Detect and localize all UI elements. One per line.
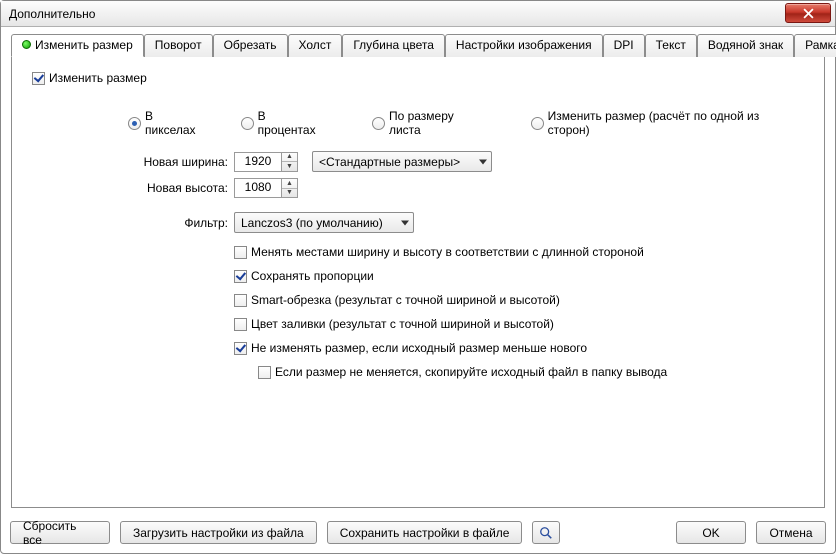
mode-byside-row[interactable]: Изменить размер (расчёт по одной из стор… [531, 109, 776, 137]
load-label: Загрузить настройки из файла [133, 526, 304, 540]
tab-watermark[interactable]: Водяной знак [697, 34, 794, 57]
resize-mode-radios: В пикселах В процентах По размеру листа … [128, 109, 804, 137]
spin-down-icon[interactable]: ▼ [282, 189, 297, 198]
std-sizes-value: <Стандартные размеры> [319, 155, 460, 169]
load-button[interactable]: Загрузить настройки из файла [120, 521, 317, 544]
filter-row: Фильтр: Lanczos3 (по умолчанию) [128, 212, 804, 233]
enable-resize-row: Изменить размер [32, 71, 804, 85]
tab-label: Холст [299, 38, 332, 52]
mode-byside-label: Изменить размер (расчёт по одной из стор… [548, 109, 776, 137]
cancel-button[interactable]: Отмена [756, 521, 826, 544]
tab-text[interactable]: Текст [645, 34, 697, 57]
opt-copyorig-label: Если размер не меняется, скопируйте исхо… [275, 365, 667, 379]
filter-label: Фильтр: [128, 216, 228, 230]
window-title: Дополнительно [9, 7, 95, 21]
opt-swap-checkbox[interactable] [234, 246, 247, 259]
close-icon [803, 8, 814, 19]
mode-page-radio[interactable] [372, 117, 385, 130]
opt-aspect-row[interactable]: Сохранять пропорции [234, 269, 804, 283]
spin-up-icon[interactable]: ▲ [282, 153, 297, 163]
width-label: Новая ширина: [128, 155, 228, 169]
mode-percent-row[interactable]: В процентах [241, 109, 318, 137]
content: Изменить размер Поворот Обрезать Холст Г… [1, 27, 835, 508]
tab-canvas[interactable]: Холст [288, 34, 343, 57]
tab-resize[interactable]: Изменить размер [11, 34, 144, 57]
mode-pixels-row[interactable]: В пикселах [128, 109, 199, 137]
mode-pixels-radio[interactable] [128, 117, 141, 130]
mode-page-label: По размеру листа [389, 109, 477, 137]
tab-label: Поворот [155, 38, 202, 52]
tab-frame[interactable]: Рамка [794, 34, 836, 57]
mode-byside-radio[interactable] [531, 117, 544, 130]
opt-copyorig-row[interactable]: Если размер не меняется, скопируйте исхо… [258, 365, 804, 379]
tab-rotate[interactable]: Поворот [144, 34, 213, 57]
tab-label: Изменить размер [35, 38, 133, 52]
spin-down-icon[interactable]: ▼ [282, 162, 297, 171]
filter-dropdown[interactable]: Lanczos3 (по умолчанию) [234, 212, 414, 233]
spin-up-icon[interactable]: ▲ [282, 179, 297, 189]
chevron-down-icon [479, 159, 487, 164]
mode-page-row[interactable]: По размеру листа [372, 109, 477, 137]
width-row: Новая ширина: 1920 ▲▼ <Стандартные разме… [128, 151, 804, 172]
tab-label: Рамка [805, 38, 836, 52]
opt-swap-row[interactable]: Менять местами ширину и высоту в соответ… [234, 245, 804, 259]
cancel-label: Отмена [769, 526, 812, 540]
save-label: Сохранить настройки в файле [340, 526, 510, 540]
height-input[interactable]: 1080 [234, 178, 282, 198]
tab-pane-resize: Изменить размер В пикселах В процентах П… [11, 56, 825, 508]
width-spinner[interactable]: ▲▼ [282, 152, 298, 172]
ok-button[interactable]: OK [676, 521, 746, 544]
opt-noupscale-checkbox[interactable] [234, 342, 247, 355]
mode-percent-radio[interactable] [241, 117, 254, 130]
tab-label: Глубина цвета [353, 38, 434, 52]
opt-aspect-checkbox[interactable] [234, 270, 247, 283]
tab-imagesettings[interactable]: Настройки изображения [445, 34, 603, 57]
enable-resize-label: Изменить размер [49, 71, 147, 85]
titlebar: Дополнительно [1, 1, 835, 27]
mode-percent-label: В процентах [258, 109, 318, 137]
opt-fillcolor-row[interactable]: Цвет заливки (результат с точной шириной… [234, 317, 804, 331]
tab-label: Водяной знак [708, 38, 783, 52]
options-list: Менять местами ширину и высоту в соответ… [234, 245, 804, 379]
filter-value: Lanczos3 (по умолчанию) [241, 216, 383, 230]
tab-dpi[interactable]: DPI [603, 34, 645, 57]
chevron-down-icon [401, 220, 409, 225]
height-spinner[interactable]: ▲▼ [282, 178, 298, 198]
tab-label: Настройки изображения [456, 38, 592, 52]
tab-crop[interactable]: Обрезать [213, 34, 288, 57]
opt-noupscale-label: Не изменять размер, если исходный размер… [251, 341, 587, 355]
tab-colordepth[interactable]: Глубина цвета [342, 34, 445, 57]
ok-label: OK [702, 526, 719, 540]
std-sizes-dropdown[interactable]: <Стандартные размеры> [312, 151, 492, 172]
opt-fillcolor-checkbox[interactable] [234, 318, 247, 331]
footer: Сбросить все Загрузить настройки из файл… [10, 521, 826, 544]
opt-swap-label: Менять местами ширину и высоту в соответ… [251, 245, 644, 259]
opt-smartcrop-label: Smart-обрезка (результат с точной ширино… [251, 293, 560, 307]
height-label: Новая высота: [128, 181, 228, 195]
tab-label: Текст [656, 38, 686, 52]
preview-button[interactable] [532, 521, 560, 544]
tab-label: Обрезать [224, 38, 277, 52]
reset-button[interactable]: Сбросить все [10, 521, 110, 544]
height-row: Новая высота: 1080 ▲▼ [128, 178, 804, 198]
opt-fillcolor-label: Цвет заливки (результат с точной шириной… [251, 317, 554, 331]
width-input[interactable]: 1920 [234, 152, 282, 172]
opt-smartcrop-row[interactable]: Smart-обрезка (результат с точной ширино… [234, 293, 804, 307]
close-button[interactable] [785, 3, 831, 23]
reset-label: Сбросить все [23, 519, 97, 547]
opt-noupscale-row[interactable]: Не изменять размер, если исходный размер… [234, 341, 804, 355]
mode-pixels-label: В пикселах [145, 109, 199, 137]
tab-label: DPI [614, 38, 634, 52]
opt-aspect-label: Сохранять пропорции [251, 269, 374, 283]
save-button[interactable]: Сохранить настройки в файле [327, 521, 523, 544]
tab-bar: Изменить размер Поворот Обрезать Холст Г… [11, 33, 825, 56]
opt-smartcrop-checkbox[interactable] [234, 294, 247, 307]
size-form: Новая ширина: 1920 ▲▼ <Стандартные разме… [128, 151, 804, 233]
enable-resize-checkbox[interactable] [32, 72, 45, 85]
active-indicator-icon [22, 40, 31, 49]
opt-copyorig-checkbox[interactable] [258, 366, 271, 379]
magnifier-icon [539, 526, 553, 540]
